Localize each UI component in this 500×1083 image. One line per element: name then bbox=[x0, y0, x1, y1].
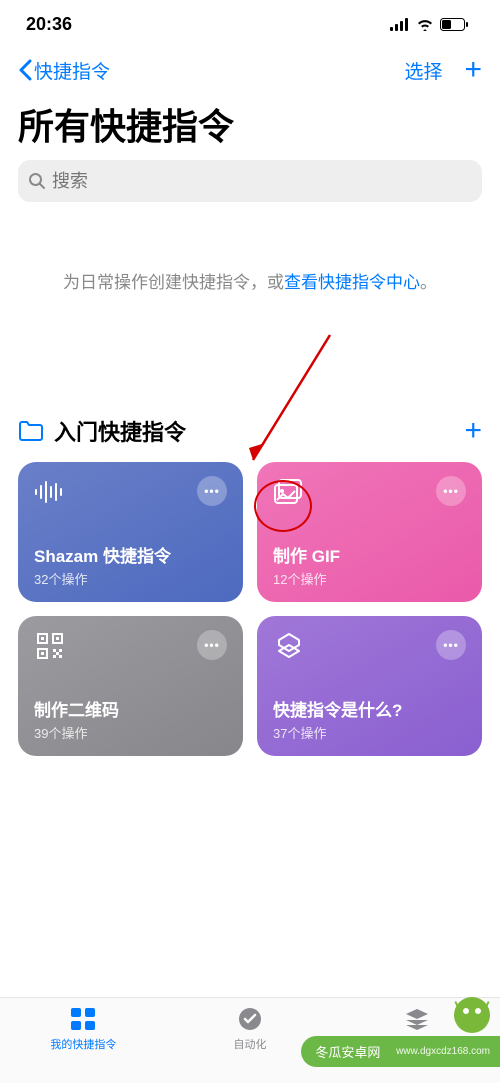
card-more-button[interactable]: ••• bbox=[436, 630, 466, 660]
photos-icon bbox=[273, 476, 305, 508]
add-button[interactable]: + bbox=[464, 53, 482, 87]
watermark-badge bbox=[452, 995, 492, 1035]
signal-icon bbox=[390, 18, 410, 31]
section-add-button[interactable]: + bbox=[464, 414, 482, 448]
section-folder[interactable]: 入门快捷指令 bbox=[18, 415, 186, 447]
gallery-link[interactable]: 查看快捷指令中心 bbox=[284, 273, 420, 292]
status-time: 20:36 bbox=[26, 14, 72, 35]
status-bar: 20:36 bbox=[0, 0, 500, 48]
starter-section: 入门快捷指令 + ••• Shazam 快捷指令 32个操作 ••• bbox=[0, 414, 500, 756]
tab-automation[interactable]: 自动化 bbox=[190, 1006, 310, 1052]
search-icon bbox=[28, 172, 46, 190]
card-subtitle: 37个操作 bbox=[273, 723, 466, 742]
shortcuts-icon bbox=[273, 630, 305, 662]
shortcut-card-whatis[interactable]: ••• 快捷指令是什么? 37个操作 bbox=[257, 616, 482, 756]
card-title: 快捷指令是什么? bbox=[273, 696, 466, 721]
back-label: 快捷指令 bbox=[34, 57, 110, 84]
battery-icon bbox=[440, 18, 468, 31]
status-indicators bbox=[390, 18, 468, 31]
tab-label: 自动化 bbox=[233, 1036, 266, 1052]
shortcut-card-qrcode[interactable]: ••• 制作二维码 39个操作 bbox=[18, 616, 243, 756]
waveform-icon bbox=[34, 476, 66, 508]
card-title: 制作二维码 bbox=[34, 696, 227, 721]
card-more-button[interactable]: ••• bbox=[436, 476, 466, 506]
chevron-left-icon bbox=[18, 59, 32, 81]
shortcut-card-gif[interactable]: ••• 制作 GIF 12个操作 bbox=[257, 462, 482, 602]
card-subtitle: 39个操作 bbox=[34, 723, 227, 742]
watermark: 冬瓜安卓网 www.dgxcdz168.com bbox=[301, 1036, 500, 1067]
card-title: 制作 GIF bbox=[273, 542, 466, 567]
watermark-text: 冬瓜安卓网 bbox=[315, 1042, 380, 1061]
back-button[interactable]: 快捷指令 bbox=[18, 57, 110, 84]
qrcode-icon bbox=[34, 630, 66, 662]
card-more-button[interactable]: ••• bbox=[197, 630, 227, 660]
tab-shortcuts[interactable]: 我的快捷指令 bbox=[23, 1006, 143, 1052]
watermark-url: www.dgxcdz168.com bbox=[396, 1046, 490, 1057]
clock-check-icon bbox=[236, 1006, 264, 1032]
card-title: Shazam 快捷指令 bbox=[34, 542, 227, 567]
grid-icon bbox=[69, 1006, 97, 1032]
hint-text: 为日常操作创建快捷指令，或查看快捷指令中心。 bbox=[0, 202, 500, 296]
card-subtitle: 12个操作 bbox=[273, 569, 466, 588]
select-button[interactable]: 选择 bbox=[404, 57, 442, 84]
page-title: 所有快捷指令 bbox=[0, 92, 500, 160]
tab-label: 我的快捷指令 bbox=[50, 1036, 116, 1052]
search-input[interactable] bbox=[52, 171, 472, 192]
shortcut-card-shazam[interactable]: ••• Shazam 快捷指令 32个操作 bbox=[18, 462, 243, 602]
wifi-icon bbox=[416, 18, 434, 31]
nav-bar: 快捷指令 选择 + bbox=[0, 48, 500, 92]
card-subtitle: 32个操作 bbox=[34, 569, 227, 588]
card-more-button[interactable]: ••• bbox=[197, 476, 227, 506]
search-bar[interactable] bbox=[18, 160, 482, 202]
stack-icon bbox=[403, 1006, 431, 1032]
folder-icon bbox=[18, 420, 44, 442]
section-title: 入门快捷指令 bbox=[54, 415, 186, 447]
